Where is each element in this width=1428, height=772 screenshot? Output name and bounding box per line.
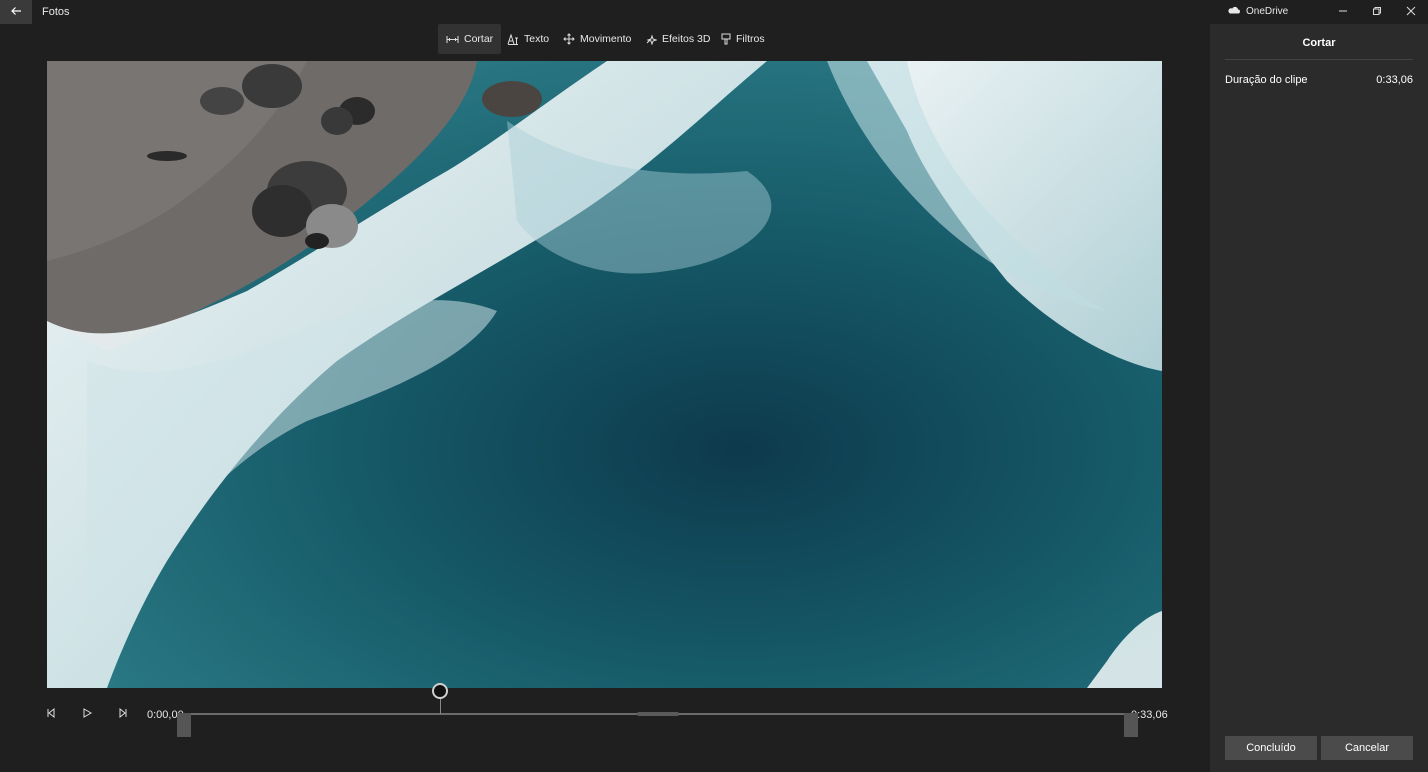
- trim-icon: [446, 35, 459, 44]
- trim-start-handle[interactable]: [177, 713, 191, 737]
- motion-icon: [563, 33, 575, 45]
- tab-label: Movimento: [580, 33, 632, 45]
- onedrive-status[interactable]: OneDrive: [1227, 6, 1288, 17]
- text-icon: [507, 33, 519, 45]
- play-button[interactable]: [79, 706, 95, 722]
- timeline-grip[interactable]: [637, 712, 679, 716]
- tab-label: Texto: [524, 33, 550, 45]
- panel-title: Cortar: [1302, 37, 1336, 49]
- onedrive-label: OneDrive: [1246, 6, 1289, 17]
- tab-movimento[interactable]: Movimento: [555, 24, 639, 54]
- cancel-button[interactable]: Cancelar: [1321, 736, 1413, 760]
- playhead-handle[interactable]: [432, 683, 448, 699]
- tab-efeitos-3d[interactable]: Efeitos 3D: [637, 24, 718, 54]
- tab-filtros[interactable]: Filtros: [713, 24, 773, 54]
- back-arrow-icon: [10, 6, 22, 19]
- trim-panel: Cortar Duração do clipe 0:33,06 Concluíd…: [1210, 24, 1428, 772]
- minimize-button[interactable]: [1326, 0, 1360, 24]
- restore-button[interactable]: [1360, 0, 1394, 24]
- cloud-icon: [1227, 6, 1240, 17]
- done-button[interactable]: Concluído: [1225, 736, 1317, 760]
- video-preview[interactable]: [47, 61, 1162, 688]
- filter-icon: [721, 33, 731, 45]
- app-title: Fotos: [42, 6, 70, 18]
- tab-cortar[interactable]: Cortar: [438, 24, 502, 54]
- panel-divider: [1225, 59, 1413, 60]
- tab-label: Filtros: [736, 33, 765, 45]
- back-button[interactable]: [0, 0, 32, 24]
- ocean-aerial-image: [47, 61, 1162, 688]
- tab-texto[interactable]: Texto: [499, 24, 557, 54]
- trim-end-handle[interactable]: [1124, 713, 1138, 737]
- 3d-effects-icon: [645, 33, 657, 45]
- next-frame-button[interactable]: [115, 706, 131, 722]
- play-icon: [82, 707, 93, 721]
- clip-duration-label: Duração do clipe: [1225, 74, 1308, 86]
- playhead-line: [440, 698, 441, 714]
- tab-label: Cortar: [464, 33, 494, 45]
- minimize-icon: [1338, 6, 1348, 19]
- step-back-icon: [46, 707, 56, 721]
- tab-label: Efeitos 3D: [662, 33, 711, 45]
- clip-duration-value: 0:33,06: [1376, 74, 1413, 86]
- previous-frame-button[interactable]: [43, 706, 59, 722]
- close-button[interactable]: [1394, 0, 1428, 24]
- restore-icon: [1372, 6, 1382, 19]
- close-icon: [1406, 6, 1416, 19]
- step-forward-icon: [118, 707, 128, 721]
